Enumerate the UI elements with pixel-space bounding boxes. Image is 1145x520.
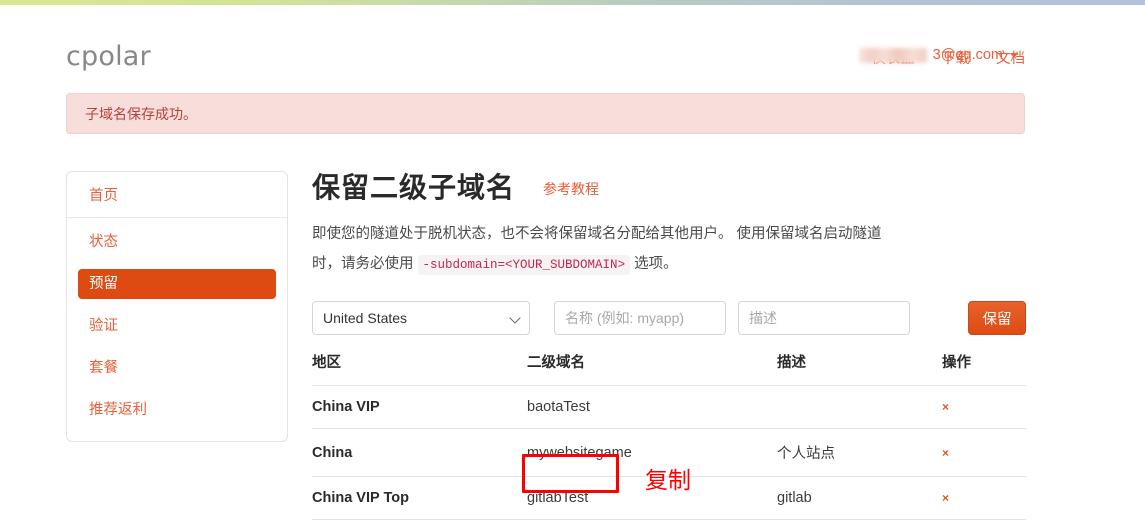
site-header: cpolar 仪表盘 下载 文档 3@qq.com — [0, 33, 1145, 87]
subdomain-name-input[interactable] — [554, 301, 726, 335]
description-text-2: 选项。 — [634, 255, 678, 272]
sidebar-item-reserved[interactable]: 预留 — [78, 269, 276, 299]
chevron-down-icon — [1010, 52, 1018, 58]
cell-region: China VIP Top — [312, 476, 527, 520]
sidebar-item-label: 套餐 — [89, 359, 118, 376]
cell-domain: baotaTest — [527, 385, 777, 429]
sidebar-item-home[interactable]: 首页 — [67, 172, 287, 218]
sidebar-item-plans[interactable]: 套餐 — [78, 353, 276, 383]
cell-region: China VIP — [312, 385, 527, 429]
sidebar-item-verify[interactable]: 验证 — [78, 311, 276, 341]
subdomain-code-chip: -subdomain=<YOUR_SUBDOMAIN> — [417, 254, 631, 275]
success-alert: 子域名保存成功。 — [66, 93, 1025, 134]
page-container: cpolar 仪表盘 下载 文档 3@qq.com 子域名保存成功。 首页 状态… — [0, 5, 1145, 520]
account-menu[interactable]: 3@qq.com — [858, 47, 1018, 63]
column-header-description: 描述 — [777, 351, 942, 386]
sidebar-item-label: 验证 — [89, 317, 118, 334]
region-select[interactable]: United States — [312, 301, 530, 335]
sidebar-item-status[interactable]: 状态 — [78, 227, 276, 257]
subdomain-desc-input[interactable] — [738, 301, 910, 335]
reserve-button[interactable]: 保留 — [968, 301, 1026, 335]
title-row: 保留二级子域名 参考教程 — [312, 171, 1026, 205]
column-header-region: 地区 — [312, 351, 527, 386]
page-description: 即使您的隧道处于脱机状态，也不会将保留域名分配给其他用户。 使用保留域名启动隧道… — [312, 219, 892, 280]
page-title: 保留二级子域名 — [312, 172, 516, 203]
cell-action: × — [942, 476, 1026, 520]
table-header-row: 地区 二级域名 描述 操作 — [312, 351, 1026, 386]
region-select-wrap: United States — [312, 301, 530, 335]
brand-logo[interactable]: cpolar — [66, 41, 151, 72]
sidebar-item-label: 状态 — [89, 233, 118, 250]
cell-description — [777, 385, 942, 429]
account-email: 3@qq.com — [932, 47, 1003, 63]
sidebar-item-label: 首页 — [89, 188, 118, 204]
delete-icon[interactable]: × — [942, 400, 949, 414]
table-body: China VIP baotaTest × China mywebsitegam… — [312, 385, 1026, 520]
alert-message: 子域名保存成功。 — [85, 105, 197, 122]
main-content: 保留二级子域名 参考教程 即使您的隧道处于脱机状态，也不会将保留域名分配给其他用… — [312, 171, 1026, 520]
tutorial-link[interactable]: 参考教程 — [543, 179, 599, 199]
annotation-label: 复制 — [645, 468, 691, 494]
cell-region: China — [312, 428, 527, 477]
column-header-domain: 二级域名 — [527, 351, 777, 386]
cell-description: gitlab — [777, 476, 942, 520]
sidebar-nav: 首页 状态 预留 验证 套餐 推荐返利 — [66, 171, 288, 442]
table-head: 地区 二级域名 描述 操作 — [312, 351, 1026, 386]
cell-action: × — [942, 385, 1026, 429]
sidebar-item-label: 预留 — [89, 275, 118, 292]
sidebar-item-referral[interactable]: 推荐返利 — [78, 395, 276, 425]
redacted-email-blur — [858, 47, 927, 63]
sidebar-list: 状态 预留 验证 套餐 推荐返利 — [67, 218, 287, 431]
sidebar-item-label: 推荐返利 — [89, 401, 147, 418]
cell-action: × — [942, 428, 1026, 477]
cell-description: 个人站点 — [777, 428, 942, 477]
delete-icon[interactable]: × — [942, 491, 949, 505]
table-row: China VIP baotaTest × — [312, 385, 1026, 429]
column-header-action: 操作 — [942, 351, 1026, 386]
delete-icon[interactable]: × — [942, 446, 949, 460]
reserve-form: United States 保留 — [312, 301, 1026, 335]
